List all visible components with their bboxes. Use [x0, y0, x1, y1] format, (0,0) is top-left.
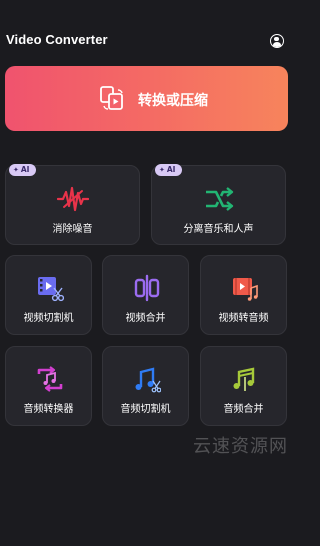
audio-cut-icon: [135, 367, 161, 393]
separate-vocals-label: 分离音乐和人声: [183, 224, 254, 235]
audio-convert-icon: [37, 366, 63, 392]
video-to-audio-label: 视频转音频: [218, 313, 269, 324]
app-header: Video Converter: [0, 0, 291, 60]
audio-merge-card[interactable]: 音频合并: [200, 346, 287, 426]
noise-removal-label: 消除噪音: [52, 224, 93, 235]
video-merge-label: 视频合并: [125, 313, 166, 324]
convert-button-label: 转换或压缩: [138, 93, 208, 109]
watermark-text: 云速资源网: [193, 436, 288, 457]
video-cutter-card[interactable]: 视频切割机: [5, 255, 92, 335]
convert-or-compress-button[interactable]: 转换或压缩: [5, 66, 288, 131]
convert-swap-icon: [100, 86, 123, 110]
separate-vocals-card[interactable]: ✦ AI 分离音乐和人声: [151, 164, 286, 245]
sparkle-icon: ✦: [159, 166, 165, 174]
ai-badge: ✦ AI: [9, 164, 37, 176]
app-title: Video Converter: [6, 32, 108, 47]
user-profile-icon[interactable]: [270, 34, 284, 48]
noise-waveform-icon: [57, 186, 89, 212]
noise-removal-card[interactable]: ✦ AI 消除噪音: [5, 164, 140, 245]
audio-converter-card[interactable]: 音频转换器: [5, 346, 92, 426]
video-to-audio-icon: [233, 278, 258, 301]
video-to-audio-card[interactable]: 视频转音频: [200, 255, 287, 335]
video-merge-card[interactable]: 视频合并: [102, 255, 189, 335]
audio-merge-label: 音频合并: [223, 404, 264, 415]
ai-badge: ✦ AI: [155, 164, 183, 176]
split-arrows-icon: [206, 187, 234, 211]
audio-merge-icon: [233, 367, 255, 391]
video-cut-icon: [38, 277, 64, 302]
sparkle-icon: ✦: [13, 166, 19, 174]
audio-converter-label: 音频转换器: [23, 404, 74, 415]
video-cutter-label: 视频切割机: [23, 313, 74, 324]
audio-cutter-label: 音频切割机: [120, 404, 171, 415]
video-merge-icon: [134, 274, 160, 302]
audio-cutter-card[interactable]: 音频切割机: [102, 346, 189, 426]
